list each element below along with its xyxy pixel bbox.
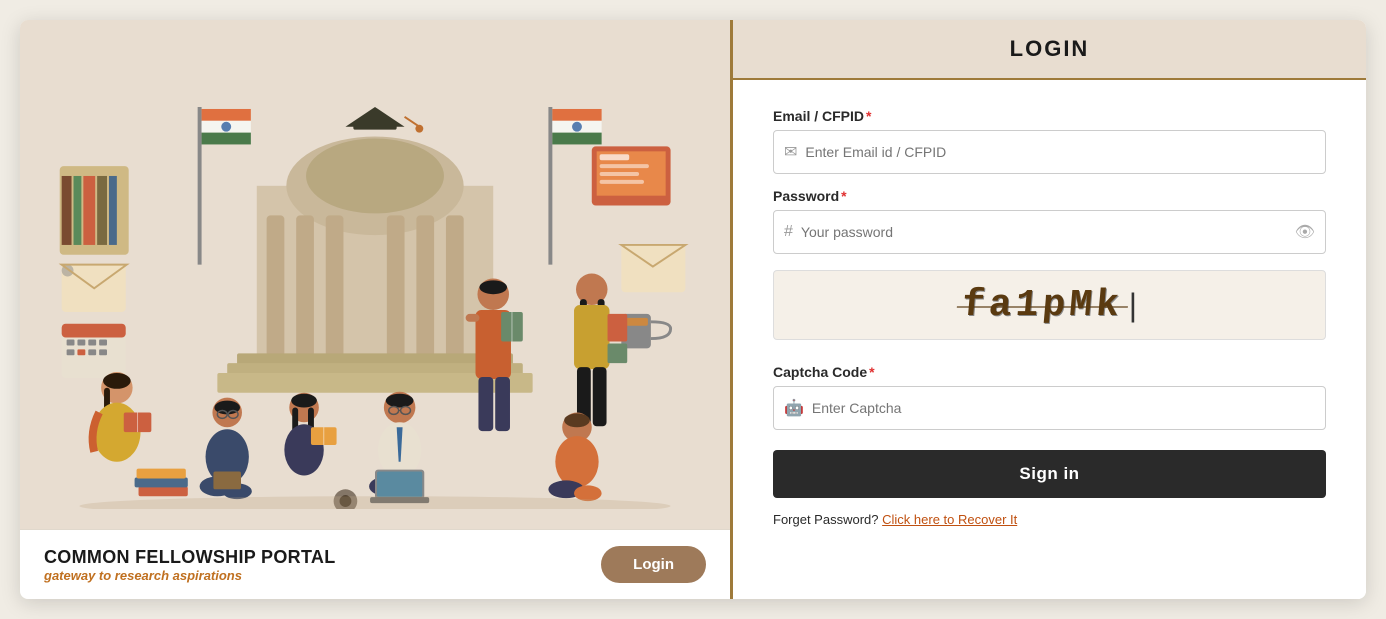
- captcha-display-text: fa1pMk: [960, 284, 1125, 327]
- password-label: Password*: [773, 188, 1326, 204]
- password-required: *: [841, 188, 846, 204]
- sign-in-button[interactable]: Sign in: [773, 450, 1326, 498]
- email-input-wrapper: ✉: [773, 130, 1326, 174]
- captcha-section: fa1pMk | Captcha Code* 🤖: [773, 270, 1326, 430]
- portal-title-main: COMMON FELLOWSHIP PORTAL: [44, 547, 336, 568]
- login-header: LOGIN: [733, 20, 1366, 80]
- email-input[interactable]: [805, 144, 1315, 160]
- password-input-wrapper: # 👁: [773, 210, 1326, 254]
- captcha-label: Captcha Code*: [773, 364, 1326, 380]
- email-icon: ✉: [784, 142, 797, 162]
- portal-title: COMMON FELLOWSHIP PORTAL gateway to rese…: [44, 547, 336, 583]
- toggle-password-icon[interactable]: 👁: [1295, 222, 1315, 242]
- forgot-password-row: Forget Password? Click here to Recover I…: [773, 512, 1326, 527]
- captcha-input-wrapper: 🤖: [773, 386, 1326, 430]
- right-panel: LOGIN Email / CFPID* ✉ Password* # 👁: [730, 20, 1366, 599]
- left-footer: COMMON FELLOWSHIP PORTAL gateway to rese…: [20, 529, 730, 599]
- portal-title-sub: gateway to research aspirations: [44, 568, 336, 583]
- password-input[interactable]: [801, 224, 1295, 240]
- hash-icon: #: [784, 223, 793, 241]
- login-title: LOGIN: [1010, 36, 1090, 61]
- captcha-cursor: |: [1129, 287, 1137, 324]
- illustration-svg: [40, 40, 710, 509]
- forgot-text: Forget Password?: [773, 512, 879, 527]
- captcha-image: fa1pMk |: [773, 270, 1326, 340]
- email-label: Email / CFPID*: [773, 108, 1326, 124]
- recover-password-link[interactable]: Click here to Recover It: [882, 512, 1017, 527]
- left-panel: COMMON FELLOWSHIP PORTAL gateway to rese…: [20, 20, 730, 599]
- login-form: Email / CFPID* ✉ Password* # 👁 fa1pMk |: [733, 80, 1366, 599]
- captcha-required: *: [869, 364, 874, 380]
- login-pill-button[interactable]: Login: [601, 546, 706, 583]
- email-required: *: [866, 108, 871, 124]
- captcha-input[interactable]: [812, 400, 1315, 416]
- robot-icon: 🤖: [784, 398, 804, 418]
- illustration-area: [20, 20, 730, 529]
